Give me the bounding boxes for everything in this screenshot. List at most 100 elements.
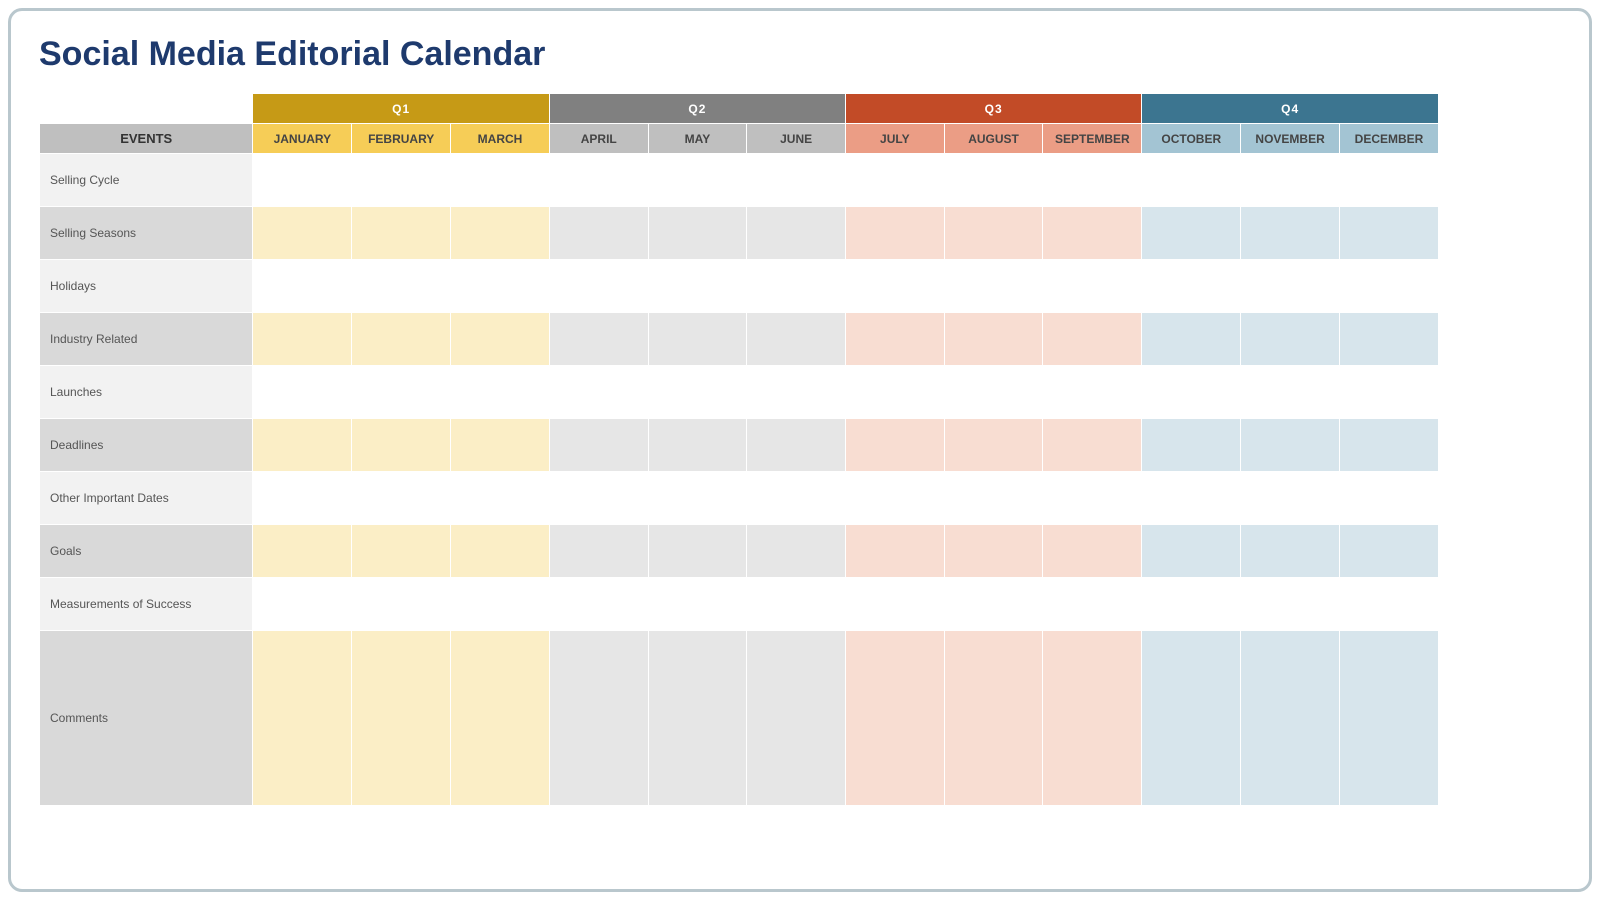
calendar-cell[interactable]	[549, 631, 648, 806]
calendar-cell[interactable]	[1241, 313, 1340, 366]
calendar-cell[interactable]	[253, 631, 352, 806]
calendar-cell[interactable]	[352, 525, 451, 578]
calendar-cell[interactable]	[1043, 154, 1142, 207]
calendar-cell[interactable]	[1241, 366, 1340, 419]
calendar-cell[interactable]	[549, 154, 648, 207]
calendar-cell[interactable]	[1340, 313, 1439, 366]
calendar-cell[interactable]	[352, 207, 451, 260]
calendar-cell[interactable]	[352, 154, 451, 207]
calendar-cell[interactable]	[1241, 154, 1340, 207]
calendar-cell[interactable]	[944, 260, 1043, 313]
calendar-cell[interactable]	[253, 207, 352, 260]
calendar-cell[interactable]	[451, 578, 550, 631]
calendar-cell[interactable]	[845, 207, 944, 260]
calendar-cell[interactable]	[648, 260, 747, 313]
calendar-cell[interactable]	[253, 419, 352, 472]
calendar-cell[interactable]	[747, 525, 846, 578]
calendar-cell[interactable]	[451, 631, 550, 806]
calendar-cell[interactable]	[845, 525, 944, 578]
calendar-cell[interactable]	[1142, 419, 1241, 472]
calendar-cell[interactable]	[253, 313, 352, 366]
calendar-cell[interactable]	[1043, 207, 1142, 260]
calendar-cell[interactable]	[1043, 631, 1142, 806]
calendar-cell[interactable]	[1142, 207, 1241, 260]
calendar-cell[interactable]	[451, 366, 550, 419]
calendar-cell[interactable]	[648, 631, 747, 806]
calendar-cell[interactable]	[944, 313, 1043, 366]
calendar-cell[interactable]	[352, 366, 451, 419]
calendar-cell[interactable]	[549, 313, 648, 366]
calendar-cell[interactable]	[1043, 313, 1142, 366]
calendar-cell[interactable]	[1142, 313, 1241, 366]
calendar-cell[interactable]	[944, 631, 1043, 806]
calendar-cell[interactable]	[1340, 260, 1439, 313]
calendar-cell[interactable]	[1241, 631, 1340, 806]
calendar-cell[interactable]	[1340, 578, 1439, 631]
calendar-cell[interactable]	[1142, 525, 1241, 578]
calendar-cell[interactable]	[648, 578, 747, 631]
calendar-cell[interactable]	[1340, 207, 1439, 260]
calendar-cell[interactable]	[1142, 366, 1241, 419]
calendar-cell[interactable]	[845, 366, 944, 419]
calendar-cell[interactable]	[845, 631, 944, 806]
calendar-cell[interactable]	[1043, 260, 1142, 313]
calendar-cell[interactable]	[1340, 631, 1439, 806]
calendar-cell[interactable]	[747, 472, 846, 525]
calendar-cell[interactable]	[1340, 419, 1439, 472]
calendar-cell[interactable]	[451, 207, 550, 260]
calendar-cell[interactable]	[1241, 260, 1340, 313]
calendar-cell[interactable]	[747, 578, 846, 631]
calendar-cell[interactable]	[1241, 578, 1340, 631]
calendar-cell[interactable]	[253, 260, 352, 313]
calendar-cell[interactable]	[1340, 366, 1439, 419]
calendar-cell[interactable]	[451, 525, 550, 578]
calendar-cell[interactable]	[845, 154, 944, 207]
calendar-cell[interactable]	[253, 366, 352, 419]
calendar-cell[interactable]	[549, 578, 648, 631]
calendar-cell[interactable]	[1142, 260, 1241, 313]
calendar-cell[interactable]	[1142, 578, 1241, 631]
calendar-cell[interactable]	[1241, 419, 1340, 472]
calendar-cell[interactable]	[1142, 154, 1241, 207]
calendar-cell[interactable]	[747, 313, 846, 366]
calendar-cell[interactable]	[549, 260, 648, 313]
calendar-cell[interactable]	[253, 525, 352, 578]
calendar-cell[interactable]	[648, 525, 747, 578]
calendar-cell[interactable]	[648, 154, 747, 207]
calendar-cell[interactable]	[944, 419, 1043, 472]
calendar-cell[interactable]	[352, 419, 451, 472]
calendar-cell[interactable]	[1241, 525, 1340, 578]
calendar-cell[interactable]	[1340, 525, 1439, 578]
calendar-cell[interactable]	[352, 472, 451, 525]
calendar-cell[interactable]	[1241, 207, 1340, 260]
calendar-cell[interactable]	[747, 631, 846, 806]
calendar-cell[interactable]	[747, 366, 846, 419]
calendar-cell[interactable]	[944, 366, 1043, 419]
calendar-cell[interactable]	[451, 313, 550, 366]
calendar-cell[interactable]	[451, 260, 550, 313]
calendar-cell[interactable]	[549, 525, 648, 578]
calendar-cell[interactable]	[1043, 525, 1142, 578]
calendar-cell[interactable]	[845, 578, 944, 631]
calendar-cell[interactable]	[352, 260, 451, 313]
calendar-cell[interactable]	[747, 154, 846, 207]
calendar-cell[interactable]	[352, 631, 451, 806]
calendar-cell[interactable]	[1241, 472, 1340, 525]
calendar-cell[interactable]	[944, 472, 1043, 525]
calendar-cell[interactable]	[747, 260, 846, 313]
calendar-cell[interactable]	[451, 419, 550, 472]
calendar-cell[interactable]	[944, 207, 1043, 260]
calendar-cell[interactable]	[648, 419, 747, 472]
calendar-cell[interactable]	[944, 578, 1043, 631]
calendar-cell[interactable]	[648, 472, 747, 525]
calendar-cell[interactable]	[845, 419, 944, 472]
calendar-cell[interactable]	[253, 472, 352, 525]
calendar-cell[interactable]	[451, 472, 550, 525]
calendar-cell[interactable]	[352, 313, 451, 366]
calendar-cell[interactable]	[253, 154, 352, 207]
calendar-cell[interactable]	[1043, 472, 1142, 525]
calendar-cell[interactable]	[1340, 154, 1439, 207]
calendar-cell[interactable]	[549, 207, 648, 260]
calendar-cell[interactable]	[648, 207, 747, 260]
calendar-cell[interactable]	[845, 313, 944, 366]
